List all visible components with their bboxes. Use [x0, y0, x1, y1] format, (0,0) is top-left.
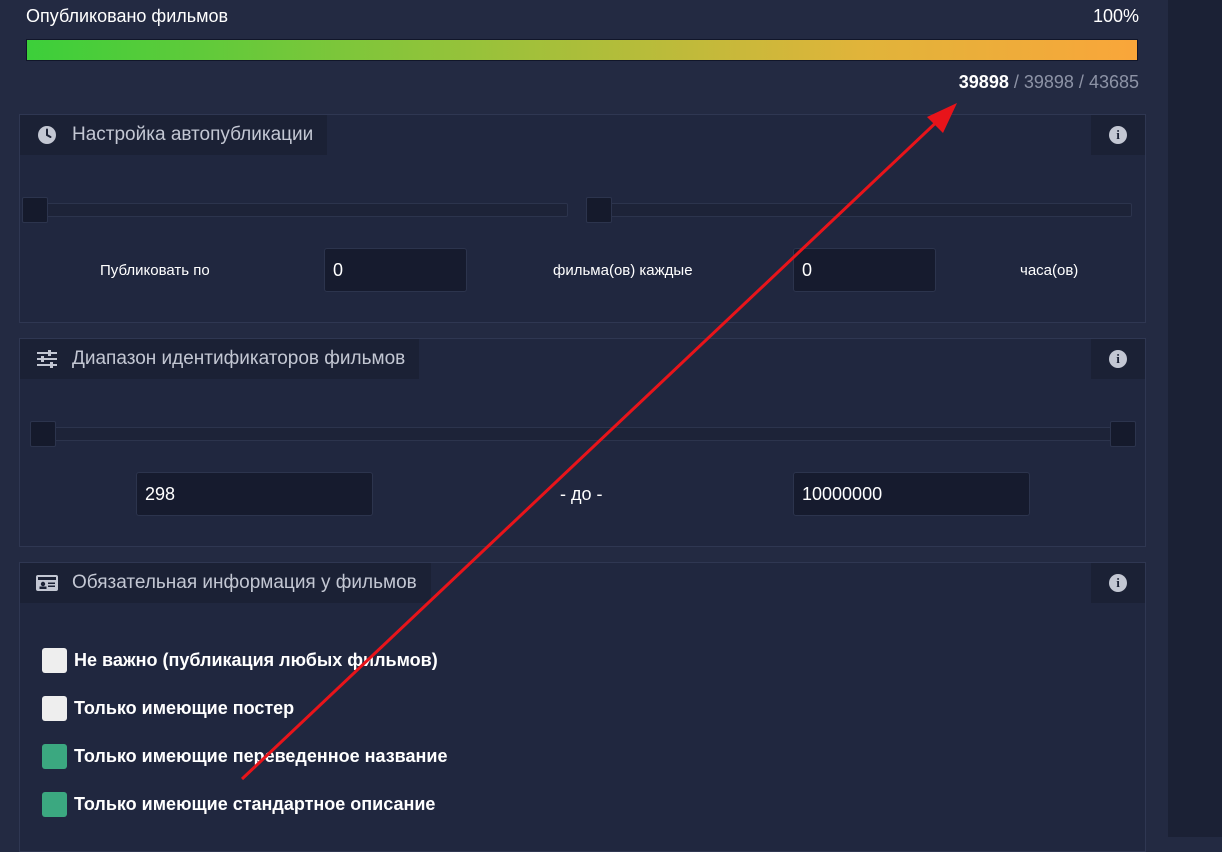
option-translated-title[interactable]: Только имеющие переведенное название — [42, 744, 447, 769]
autopublish-info-button[interactable]: i — [1091, 115, 1145, 155]
option-label: Только имеющие постер — [74, 698, 295, 718]
right-sidebar-strip — [1168, 0, 1222, 837]
id-to-input[interactable]: 10000000 — [793, 472, 1030, 516]
id-range-min-handle[interactable] — [30, 421, 56, 447]
id-range-max-handle[interactable] — [1110, 421, 1136, 447]
count-separator: / — [1073, 72, 1089, 92]
publish-by-label: Публиковать по — [100, 262, 210, 279]
hours-slider-handle[interactable] — [586, 197, 612, 223]
published-count: 39898 — [1023, 72, 1074, 92]
option-standard-description[interactable]: Только имеющие стандартное описание — [42, 792, 435, 817]
total-count: 43685 — [1088, 72, 1139, 92]
hours-slider[interactable] — [588, 203, 1132, 217]
hours-label: часа(ов) — [1020, 262, 1079, 279]
films-count-input[interactable]: 0 — [324, 248, 467, 292]
id-range-panel: Диапазон идентификаторов фильмов i 298 -… — [19, 338, 1146, 547]
published-films-title: Опубликовано фильмов — [26, 6, 229, 26]
info-icon: i — [1109, 126, 1127, 144]
info-icon: i — [1109, 350, 1127, 368]
checkbox-unchecked[interactable] — [42, 648, 67, 673]
progress-bar — [26, 39, 1138, 61]
option-label: Не важно (публикация любых фильмов) — [74, 650, 438, 670]
films-every-label: фильма(ов) каждые — [553, 262, 693, 279]
count-separator: / — [1008, 72, 1024, 92]
progress-percent: 100% — [1092, 6, 1139, 26]
required-info-header: Обязательная информация у фильмов — [20, 563, 431, 603]
checkbox-unchecked[interactable] — [42, 696, 67, 721]
autopublish-panel: Настройка автопубликации i Публиковать п… — [19, 114, 1146, 323]
option-any-films[interactable]: Не важно (публикация любых фильмов) — [42, 648, 438, 673]
option-with-poster[interactable]: Только имеющие постер — [42, 696, 294, 721]
required-info-info-button[interactable]: i — [1091, 563, 1145, 603]
progress-bar-fill — [27, 40, 1137, 60]
id-range-slider[interactable] — [34, 427, 1134, 441]
checkbox-checked[interactable] — [42, 792, 67, 817]
required-info-title: Обязательная информация у фильмов — [72, 572, 417, 593]
clock-icon — [36, 124, 58, 146]
films-count-slider[interactable] — [24, 203, 568, 217]
id-range-title: Диапазон идентификаторов фильмов — [72, 348, 406, 369]
autopublish-header: Настройка автопубликации — [20, 115, 328, 155]
option-label: Только имеющие переведенное название — [74, 746, 448, 766]
id-range-separator: - до - — [560, 484, 603, 504]
sliders-icon — [36, 348, 58, 370]
current-count: 39898 — [958, 72, 1009, 92]
hours-input[interactable]: 0 — [793, 248, 936, 292]
film-counts: 39898 / 39898 / 43685 — [959, 72, 1139, 93]
checkbox-checked[interactable] — [42, 744, 67, 769]
id-card-icon — [36, 572, 58, 594]
id-range-info-button[interactable]: i — [1091, 339, 1145, 379]
info-icon: i — [1109, 574, 1127, 592]
id-from-input[interactable]: 298 — [136, 472, 373, 516]
id-range-header: Диапазон идентификаторов фильмов — [20, 339, 420, 379]
autopublish-title: Настройка автопубликации — [72, 124, 314, 145]
option-label: Только имеющие стандартное описание — [74, 794, 436, 814]
required-info-panel: Обязательная информация у фильмов i Не в… — [19, 562, 1146, 852]
films-count-slider-handle[interactable] — [22, 197, 48, 223]
